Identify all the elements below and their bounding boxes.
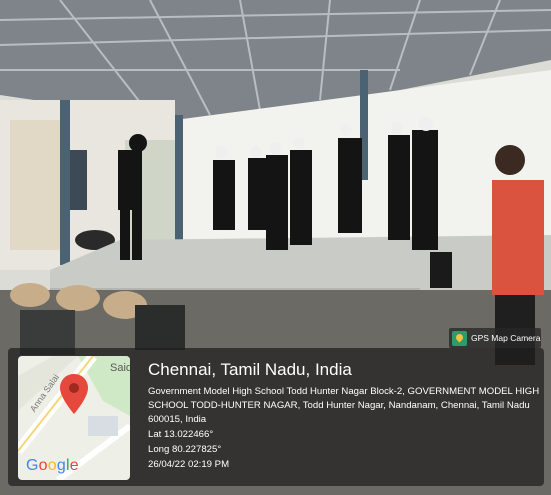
gps-map-camera-badge: GPS Map Camera bbox=[449, 328, 541, 348]
map-thumbnail: Saidape Anna Salai Google bbox=[18, 356, 130, 480]
datetime: 26/04/22 02:19 PM bbox=[148, 459, 230, 470]
latitude: Lat 13.022466° bbox=[148, 429, 214, 440]
address-line-2: SCHOOL TODD-HUNTER NAGAR, Todd Hunter Na… bbox=[148, 400, 530, 411]
address-line-1: Government Model High School Todd Hunter… bbox=[148, 386, 540, 397]
location-info: Chennai, Tamil Nadu, India Government Mo… bbox=[148, 360, 540, 472]
longitude: Long 80.227825° bbox=[148, 444, 222, 455]
location-title: Chennai, Tamil Nadu, India bbox=[148, 360, 352, 379]
google-logo: Google bbox=[26, 457, 79, 474]
badge-label: GPS Map Camera bbox=[471, 333, 541, 343]
gps-map-camera-icon bbox=[452, 330, 467, 346]
map-street-label: Saidape bbox=[110, 362, 130, 374]
address-line-3: 600015, India bbox=[148, 414, 207, 425]
